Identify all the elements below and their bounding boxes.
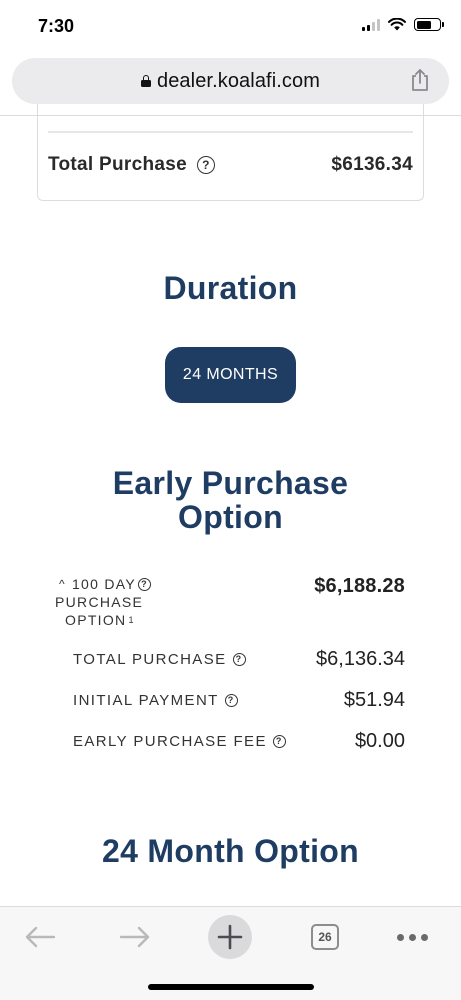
- arrow-right-icon: [119, 926, 150, 948]
- total-purchase-label: Total Purchase: [48, 154, 187, 175]
- question-circle-icon[interactable]: ?: [224, 694, 238, 707]
- option-label-line2: PURCHASE: [55, 594, 144, 610]
- detail-label: INITIAL PAYMENT: [73, 692, 219, 709]
- share-icon[interactable]: [409, 68, 431, 92]
- footnote-marker: 1: [128, 615, 135, 625]
- arrow-left-icon: [25, 926, 56, 948]
- more-button[interactable]: [382, 915, 442, 959]
- chevron-up-icon: ^: [59, 577, 66, 591]
- question-circle-icon[interactable]: ?: [232, 653, 246, 666]
- detail-label: TOTAL PURCHASE: [73, 651, 227, 668]
- forward-button[interactable]: [105, 915, 165, 959]
- option-label-line3: OPTION: [65, 612, 127, 628]
- detail-row-early-purchase-fee: EARLY PURCHASE FEE ? $0.00: [73, 730, 405, 753]
- duration-24-months-button[interactable]: 24 MONTHS: [165, 347, 296, 403]
- battery-icon: [414, 18, 444, 31]
- plus-icon: [217, 924, 243, 950]
- question-circle-icon[interactable]: ?: [197, 156, 215, 174]
- tab-count: 26: [318, 930, 332, 944]
- cellular-signal-icon: [362, 18, 380, 31]
- early-purchase-heading-line1: Early Purchase: [112, 465, 349, 501]
- total-purchase-value: $6136.34: [331, 154, 413, 175]
- detail-value: $51.94: [343, 689, 405, 711]
- more-dots-icon: [396, 933, 428, 941]
- wifi-icon: [388, 18, 406, 31]
- early-purchase-heading: Early Purchase Option: [0, 466, 461, 534]
- detail-label: EARLY PURCHASE FEE: [73, 733, 267, 750]
- status-icons: [362, 18, 444, 31]
- option-total-value: $6,188.28: [314, 575, 405, 597]
- option-label-line1: 100 DAY: [71, 576, 137, 592]
- question-circle-icon[interactable]: ?: [138, 577, 152, 591]
- month-option-heading: 24 Month Option: [102, 833, 359, 869]
- detail-row-total-purchase: TOTAL PURCHASE ? $6,136.34: [73, 648, 405, 671]
- lock-icon: [140, 75, 151, 87]
- summary-divider: [48, 131, 413, 133]
- detail-value: $6,136.34: [316, 648, 405, 670]
- tabs-button[interactable]: 26: [295, 915, 355, 959]
- option-toggle[interactable]: ^ 100 DAY ? PURCHASE OPTION 1: [55, 575, 175, 629]
- url-text: dealer.koalafi.com: [156, 69, 320, 92]
- status-time: 7:30: [38, 16, 75, 36]
- address-bar[interactable]: dealer.koalafi.com: [12, 58, 449, 104]
- duration-heading: Duration: [163, 270, 298, 306]
- back-button[interactable]: [10, 915, 70, 959]
- total-purchase-row: Total Purchase ? $6136.34: [48, 154, 413, 176]
- new-tab-button[interactable]: [200, 915, 260, 959]
- tabs-icon: 26: [311, 924, 339, 950]
- detail-row-initial-payment: INITIAL PAYMENT ? $51.94: [73, 689, 405, 712]
- detail-value: $0.00: [354, 730, 405, 752]
- question-circle-icon[interactable]: ?: [272, 735, 286, 748]
- browser-toolbar: 26: [0, 906, 461, 1000]
- early-purchase-heading-line2: Option: [178, 499, 283, 535]
- home-indicator[interactable]: [148, 984, 314, 990]
- status-bar: 7:30: [0, 0, 461, 54]
- summary-card: Total Purchase ? $6136.34: [37, 104, 424, 201]
